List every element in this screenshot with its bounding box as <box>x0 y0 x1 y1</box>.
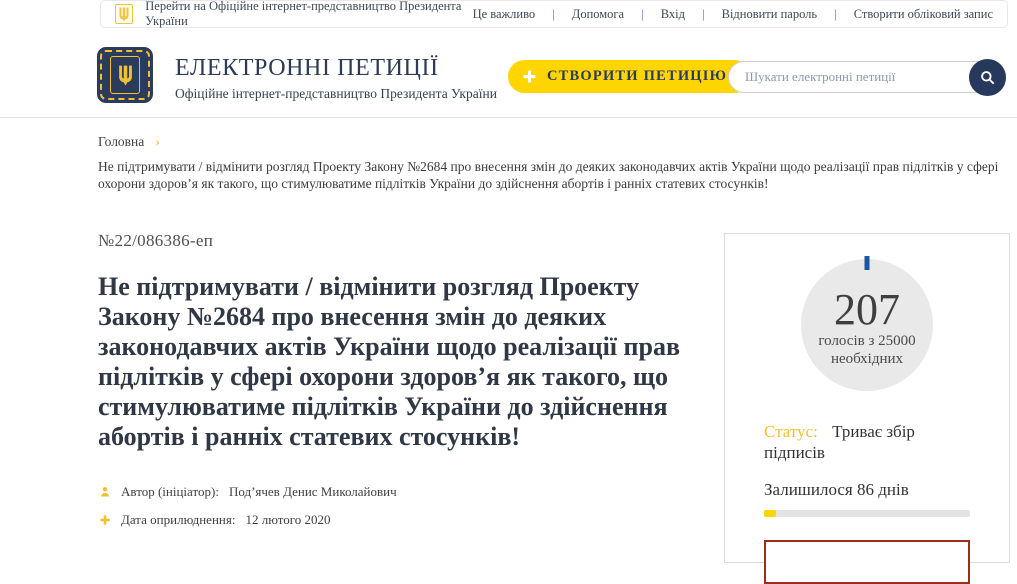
progress-bar-fill <box>764 510 776 517</box>
separator: | <box>552 6 555 22</box>
petition-meta: Автор (ініціатор): Под’ячев Денис Микола… <box>98 484 397 528</box>
breadcrumb: Головна › Не підтримувати / відмінити ро… <box>98 133 1000 192</box>
votes-card: 207 голосів з 25000 необхідних Статус: Т… <box>724 233 1010 563</box>
status-row: Статус: Триває збір підписів <box>764 421 970 463</box>
progress-bar <box>764 510 970 517</box>
person-icon <box>98 486 111 499</box>
trident-icon <box>110 56 140 94</box>
link-help[interactable]: Допомога <box>572 7 624 22</box>
site-logo[interactable] <box>97 47 153 103</box>
search-button[interactable] <box>969 59 1006 96</box>
petition-number: №22/086386-еп <box>98 231 213 251</box>
chevron-right-icon: › <box>155 135 160 150</box>
author-name: Под’ячев Денис Миколайович <box>229 484 397 500</box>
link-create-account[interactable]: Створити обліковий запис <box>854 7 993 22</box>
author-label: Автор (ініціатор): <box>121 484 219 500</box>
link-restore-password[interactable]: Відновити пароль <box>722 7 818 22</box>
page-title: ЕЛЕКТРОННІ ПЕТИЦІЇ <box>175 55 439 82</box>
plus-icon <box>98 514 111 527</box>
votes-caption-line1: голосів з 25000 <box>818 332 915 350</box>
separator: | <box>702 6 705 22</box>
separator: | <box>641 6 644 22</box>
votes-caption-line2: необхідних <box>831 350 903 368</box>
link-login[interactable]: Вхід <box>661 7 685 22</box>
plus-icon <box>522 69 537 84</box>
header-divider <box>0 117 1017 118</box>
search-box <box>728 61 1006 93</box>
search-input[interactable] <box>729 62 1005 92</box>
create-petition-label: СТВОРИТИ ПЕТИЦІЮ <box>547 68 727 85</box>
link-important[interactable]: Це важливо <box>473 7 536 22</box>
president-site-link[interactable]: Перейти на Офіційне інтернет-представниц… <box>145 0 472 29</box>
top-utility-bar: Перейти на Офіційне інтернет-представниц… <box>100 0 1008 28</box>
petition-title: Не підтримувати / відмінити розгляд Прое… <box>98 272 712 452</box>
days-left: Залишилося 86 днів <box>764 479 970 500</box>
trident-icon <box>115 4 133 24</box>
support-petition-button[interactable] <box>764 540 970 584</box>
topbar-links: Це важливо | Допомога | Вхід | Відновити… <box>473 6 993 22</box>
create-petition-button[interactable]: СТВОРИТИ ПЕТИЦІЮ <box>508 60 751 93</box>
progress-tick <box>865 256 870 270</box>
votes-circle: 207 голосів з 25000 необхідних <box>801 259 933 391</box>
status-label: Статус: <box>764 422 818 441</box>
breadcrumb-home-link[interactable]: Головна <box>98 134 144 149</box>
breadcrumb-current-page: Не підтримувати / відмінити розгляд Прое… <box>98 158 1000 192</box>
page-subtitle: Офіційне інтернет-представництво Президе… <box>175 86 497 102</box>
search-icon <box>979 69 996 86</box>
votes-count: 207 <box>834 288 900 332</box>
author-row: Автор (ініціатор): Под’ячев Денис Микола… <box>98 484 397 500</box>
separator: | <box>834 6 837 22</box>
